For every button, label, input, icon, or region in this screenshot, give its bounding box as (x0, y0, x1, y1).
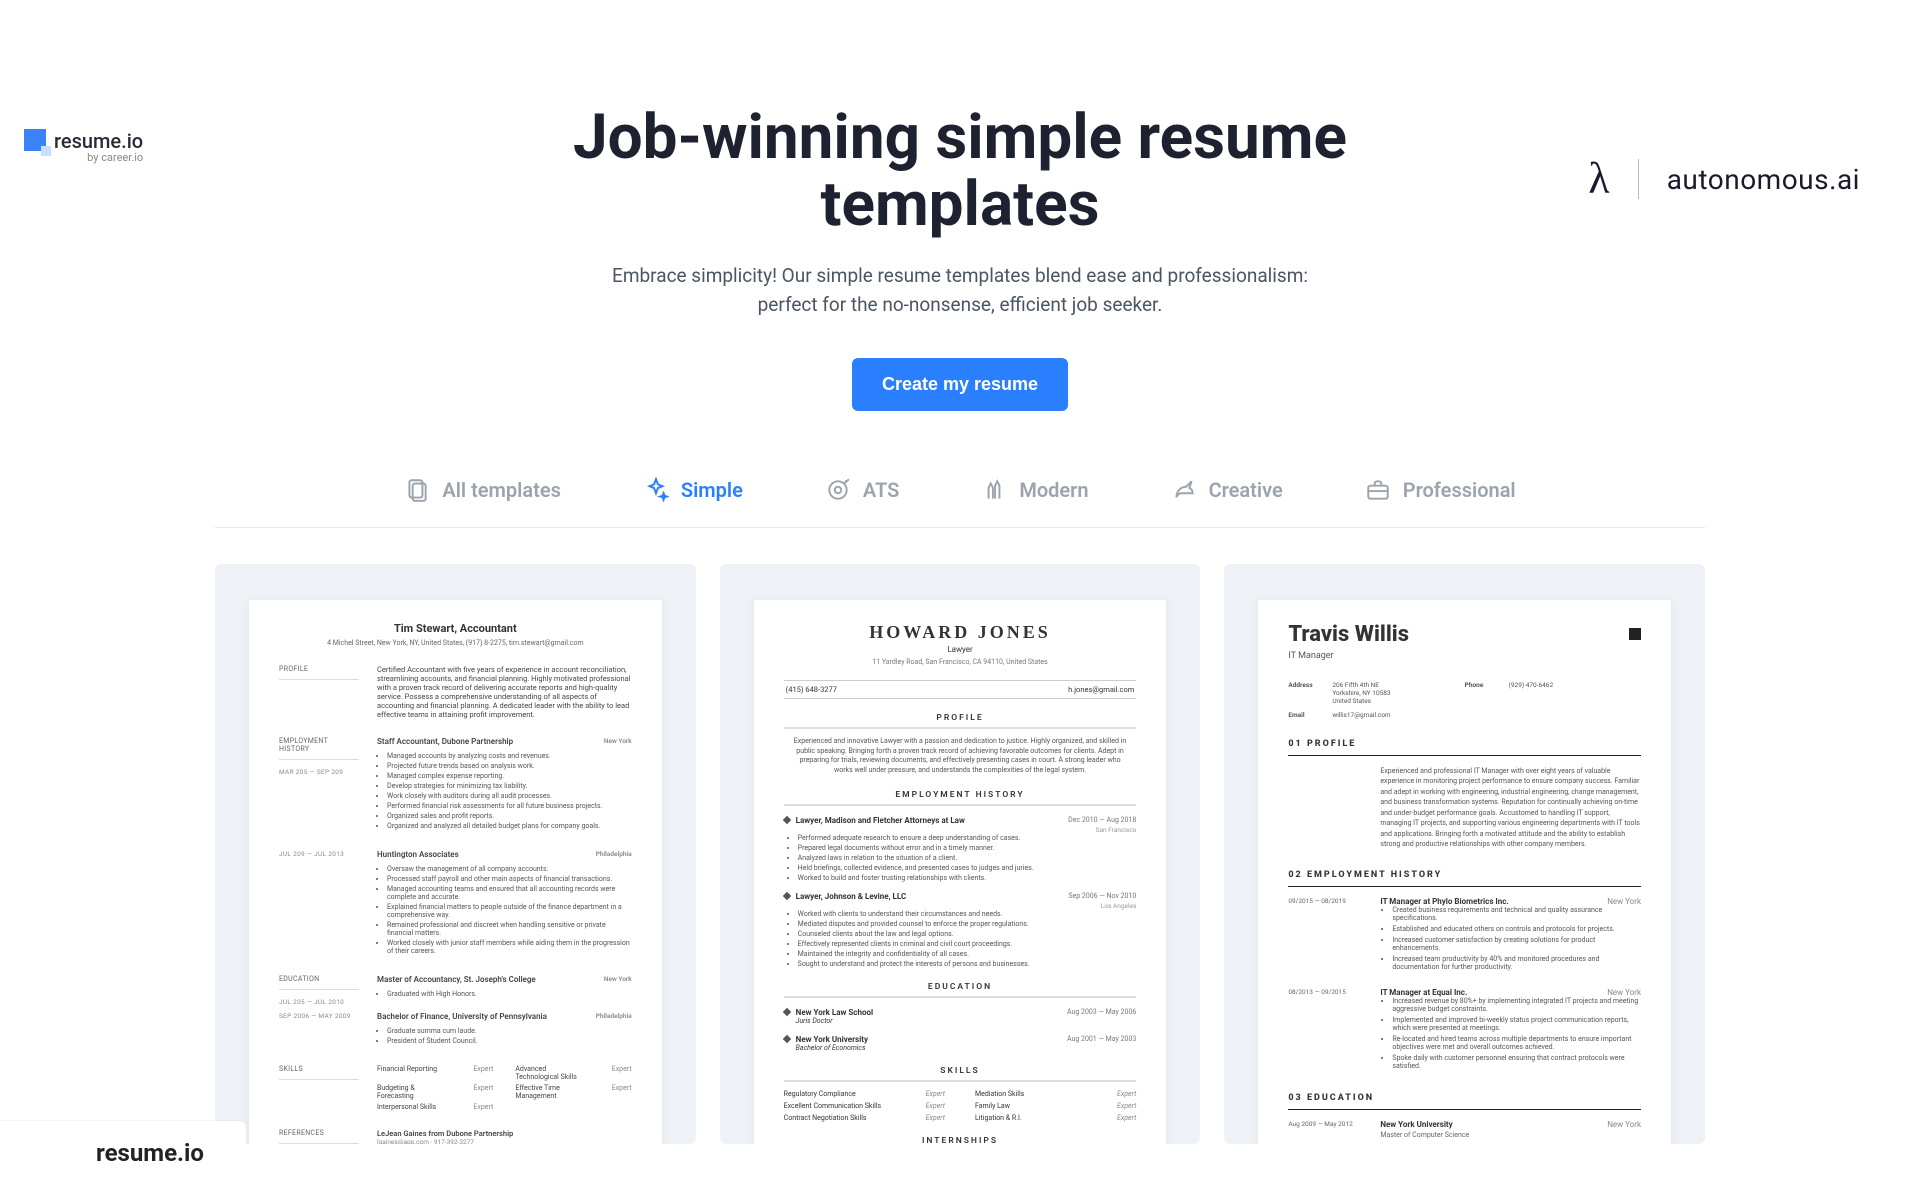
sparkle-icon (643, 477, 669, 503)
target-icon (825, 477, 851, 503)
tab-label: Professional (1403, 478, 1516, 502)
list: Managed accounts by analyzing costs and … (387, 752, 632, 830)
resume-preview-2: HOWARD JONES Lawyer 11 Yardley Road, San… (754, 600, 1167, 1144)
briefcase-icon (1365, 477, 1391, 503)
category-tabs: All templates Simple ATS Modern Creative… (215, 477, 1705, 528)
partner-logo: λ autonomous.ai (1588, 157, 1860, 201)
tab-all-templates[interactable]: All templates (404, 477, 561, 503)
document-icon (404, 477, 430, 503)
template-card-3[interactable]: Travis Willis IT Manager Address206 Fift… (1224, 564, 1705, 1144)
resume-contact: 4 Michel Street, New York, NY, United St… (279, 639, 632, 647)
hero: Job-winning simple resume templates Embr… (0, 105, 1920, 411)
resume-preview-1: Tim Stewart, Accountant 4 Michel Street,… (249, 600, 662, 1144)
unicorn-icon (1171, 477, 1197, 503)
template-cards: Tim Stewart, Accountant 4 Michel Street,… (215, 564, 1705, 1144)
tab-label: All templates (442, 478, 561, 502)
lambda-icon: λ (1588, 157, 1609, 201)
tab-label: ATS (863, 478, 899, 502)
rock-icon (981, 477, 1007, 503)
tab-modern[interactable]: Modern (981, 477, 1088, 503)
tab-ats[interactable]: ATS (825, 477, 899, 503)
tab-label: Creative (1209, 478, 1283, 502)
resume-name: Tim Stewart, Accountant (279, 622, 632, 635)
tab-label: Modern (1019, 478, 1088, 502)
divider (1638, 159, 1639, 199)
resume-preview-3: Travis Willis IT Manager Address206 Fift… (1258, 600, 1671, 1144)
tab-professional[interactable]: Professional (1365, 477, 1516, 503)
logo-mark (24, 129, 46, 151)
tab-label: Simple (681, 478, 743, 502)
tab-simple[interactable]: Simple (643, 477, 743, 503)
partner-name: autonomous.ai (1667, 163, 1860, 196)
tab-creative[interactable]: Creative (1171, 477, 1283, 503)
create-resume-button[interactable]: Create my resume (852, 358, 1068, 411)
watermark: resume.io (0, 1121, 246, 1185)
template-card-1[interactable]: Tim Stewart, Accountant 4 Michel Street,… (215, 564, 696, 1144)
page-subtitle: Embrace simplicity! Our simple resume te… (580, 261, 1340, 320)
square-icon (1629, 628, 1641, 640)
template-card-2[interactable]: HOWARD JONES Lawyer 11 Yardley Road, San… (720, 564, 1201, 1144)
site-logo[interactable]: resume.io by career.io (24, 129, 143, 164)
logo-text: resume.io (54, 129, 143, 153)
